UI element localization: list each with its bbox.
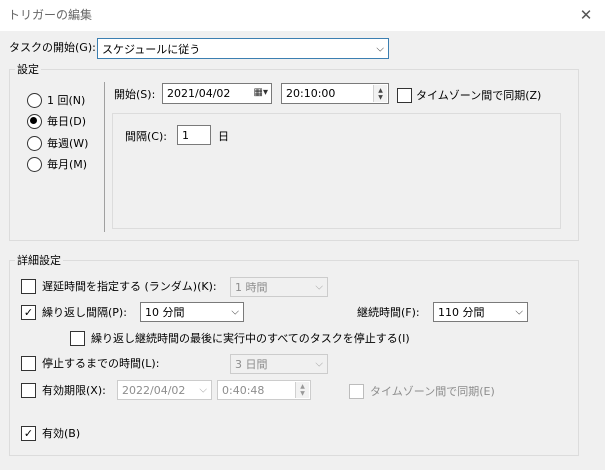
radio-once-label: 1 回(N) [47, 93, 86, 107]
chevron-down-icon: ⌵ [315, 281, 323, 293]
radio-daily-circle[interactable] [27, 114, 42, 129]
expire-box[interactable] [21, 383, 36, 398]
expire-sync-checkbox[interactable]: タイムゾーン間で同期(E) [349, 384, 495, 399]
time-spinner-arrows[interactable]: ▲ ▼ [373, 85, 387, 102]
expire-checkbox[interactable]: 有効期限(X): [21, 383, 106, 398]
expire-sync-box[interactable] [349, 384, 364, 399]
spin-up-icon[interactable]: ▲ [300, 383, 305, 390]
expire-sync-label: タイムゾーン間で同期(E) [370, 384, 495, 398]
advanced-group-label: 詳細設定 [15, 254, 63, 267]
calendar-icon[interactable]: ▦▾ [254, 87, 268, 98]
start-date-picker[interactable]: 2021/04/02 ▦▾ [162, 83, 272, 104]
delay-dropdown[interactable]: 1 時間 ⌵ [230, 277, 328, 297]
radio-daily[interactable]: 毎日(D) [27, 114, 112, 129]
close-icon: ✕ [579, 6, 593, 24]
sync-timezone-checkbox[interactable]: タイムゾーン間で同期(Z) [397, 88, 541, 103]
enabled-checkbox[interactable]: ✓ 有効(B) [21, 426, 80, 441]
interval-label: 間隔(C): [125, 130, 167, 143]
radio-weekly-circle[interactable] [27, 136, 42, 151]
stop-after-box[interactable] [21, 356, 36, 371]
duration-dropdown[interactable]: 110 分間 ⌵ [433, 302, 528, 322]
chevron-down-icon: ⌵ [376, 43, 384, 54]
spin-down-icon[interactable]: ▼ [378, 94, 383, 101]
expire-time-spinner[interactable]: 0:40:48 ▲ ▼ [217, 380, 311, 400]
stop-all-box[interactable] [70, 331, 85, 346]
chevron-down-icon: ⌵ [199, 384, 207, 396]
stop-all-checkbox[interactable]: 繰り返し継続時間の最後に実行中のすべてのタスクを停止する(I) [70, 331, 410, 346]
chevron-down-icon: ⌵ [515, 306, 523, 318]
spin-up-icon[interactable]: ▲ [378, 87, 383, 94]
chevron-down-icon: ⌵ [231, 306, 239, 318]
radio-once-circle[interactable] [27, 93, 42, 108]
repeat-box[interactable]: ✓ [21, 305, 36, 320]
close-button[interactable]: ✕ [572, 4, 600, 26]
expire-date-picker[interactable]: 2022/04/02 ⌵ [117, 380, 212, 400]
stop-after-label: 停止するまでの時間(L): [42, 356, 160, 370]
delay-box[interactable] [21, 279, 36, 294]
radio-monthly-circle[interactable] [27, 157, 42, 172]
spin-down-icon[interactable]: ▼ [300, 390, 305, 397]
start-date-value: 2021/04/02 [167, 87, 231, 100]
settings-group-label: 設定 [15, 63, 41, 76]
stop-all-label: 繰り返し継続時間の最後に実行中のすべてのタスクを停止する(I) [91, 331, 410, 345]
expire-spinner-arrows[interactable]: ▲ ▼ [295, 382, 309, 398]
chevron-down-icon: ⌵ [315, 358, 323, 370]
start-time-value: 20:10:00 [286, 87, 336, 100]
delay-checkbox[interactable]: 遅延時間を指定する (ランダム)(K): [21, 279, 217, 294]
radio-daily-label: 毎日(D) [47, 114, 87, 128]
repeat-label: 繰り返し間隔(P): [42, 305, 127, 319]
sync-timezone-label: タイムゾーン間で同期(Z) [416, 88, 542, 102]
start-time-spinner[interactable]: 20:10:00 ▲ ▼ [281, 83, 389, 104]
settings-divider [104, 82, 105, 232]
repeat-dropdown[interactable]: 10 分間 ⌵ [140, 302, 244, 322]
enabled-box[interactable]: ✓ [21, 426, 36, 441]
radio-once[interactable]: 1 回(N) [27, 93, 112, 108]
duration-value: 110 分間 [438, 306, 485, 319]
radio-weekly-label: 毎週(W) [47, 136, 89, 150]
stop-after-checkbox[interactable]: 停止するまでの時間(L): [21, 356, 159, 371]
radio-monthly-label: 毎月(M) [47, 157, 88, 171]
enabled-label: 有効(B) [42, 426, 81, 440]
interval-value: 1 [182, 128, 189, 142]
delay-label: 遅延時間を指定する (ランダム)(K): [42, 279, 217, 293]
window-title: トリガーの編集 [8, 8, 93, 22]
radio-monthly[interactable]: 毎月(M) [27, 157, 112, 172]
interval-unit: 日 [218, 130, 229, 143]
interval-input[interactable]: 1 [177, 125, 211, 145]
delay-value: 1 時間 [235, 281, 268, 294]
stop-after-dropdown[interactable]: 3 日間 ⌵ [230, 354, 328, 374]
stop-after-value: 3 日間 [235, 358, 268, 371]
radio-weekly[interactable]: 毎週(W) [27, 136, 112, 151]
expire-date-value: 2022/04/02 [122, 383, 186, 397]
start-label: 開始(S): [114, 88, 156, 101]
repeat-checkbox[interactable]: ✓ 繰り返し間隔(P): [21, 305, 127, 320]
start-task-label: タスクの開始(G): [9, 41, 96, 54]
expire-time-value: 0:40:48 [222, 383, 265, 397]
check-icon: ✓ [23, 306, 34, 319]
duration-label: 継続時間(F): [357, 306, 420, 319]
repeat-value: 10 分間 [145, 306, 185, 319]
start-task-value: スケジュールに従う [102, 42, 201, 56]
sync-timezone-box[interactable] [397, 88, 412, 103]
start-task-dropdown[interactable]: スケジュールに従う ⌵ [97, 38, 389, 59]
check-icon: ✓ [23, 427, 34, 440]
expire-label: 有効期限(X): [42, 383, 106, 397]
